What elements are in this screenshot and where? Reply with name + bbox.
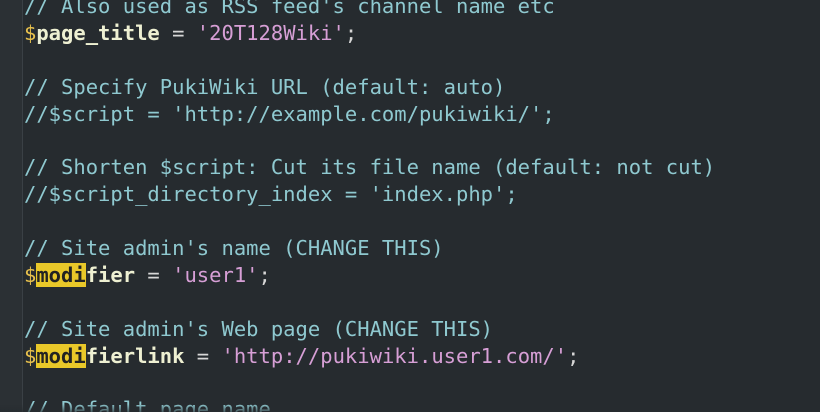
editor-gutter xyxy=(0,0,23,412)
comment-text: //$script = 'http://example.com/pukiwiki… xyxy=(24,101,555,126)
code-area[interactable]: // Also used as RSS feed's channel name … xyxy=(24,0,820,412)
code-line-comment-url: // Specify PukiWiki URL (default: auto) xyxy=(24,74,820,101)
comment-text: // Specify PukiWiki URL (default: auto) xyxy=(24,74,506,99)
string-literal: '20T128Wiki' xyxy=(196,20,345,45)
comment-text: // Site admin's name (CHANGE THIS) xyxy=(24,236,444,261)
code-editor[interactable]: // Also used as RSS feed's channel name … xyxy=(0,0,820,412)
code-line-comment-shorten: // Shorten $script: Cut its file name (d… xyxy=(24,154,820,181)
variable-name: fier xyxy=(85,262,136,287)
code-line-comment-rss: // Also used as RSS feed's channel name … xyxy=(24,0,820,20)
string-literal: 'http://pukiwiki.user1.com/' xyxy=(221,343,568,368)
code-line-modifierlink: $modifierlink = 'http://pukiwiki.user1.c… xyxy=(24,343,820,370)
semicolon: ; xyxy=(567,343,580,368)
bottom-fade xyxy=(0,404,820,412)
string-literal: 'user1' xyxy=(172,262,259,287)
variable-name: page_title xyxy=(36,20,160,45)
variable-name: fierlink xyxy=(85,343,185,368)
assign-operator: = xyxy=(184,343,222,368)
search-match-highlight: modi xyxy=(36,262,86,287)
code-line-comment-admin-web: // Site admin's Web page (CHANGE THIS) xyxy=(24,316,820,343)
comment-text: // Also used as RSS feed's channel name … xyxy=(24,0,555,18)
code-line-page-title: $page_title = '20T128Wiki'; xyxy=(24,20,820,47)
comment-text: // Shorten $script: Cut its file name (d… xyxy=(24,155,716,180)
assign-operator: = xyxy=(159,20,197,45)
comment-text: //$script_directory_index = 'index.php'; xyxy=(24,182,518,207)
semicolon: ; xyxy=(258,262,271,287)
assign-operator: = xyxy=(135,262,173,287)
code-line-modifier: $modifier = 'user1'; xyxy=(24,262,820,289)
semicolon: ; xyxy=(344,20,358,45)
code-line-comment-directory-index: //$script_directory_index = 'index.php'; xyxy=(24,181,820,208)
variable-sigil: $ xyxy=(24,20,37,45)
variable-sigil: $ xyxy=(24,343,37,368)
code-line-comment-admin-name: // Site admin's name (CHANGE THIS) xyxy=(24,235,820,262)
search-match-highlight: modi xyxy=(36,343,86,368)
comment-text: // Site admin's Web page (CHANGE THIS) xyxy=(24,316,493,341)
code-line-comment-script: //$script = 'http://example.com/pukiwiki… xyxy=(24,101,820,128)
variable-sigil: $ xyxy=(24,262,37,287)
